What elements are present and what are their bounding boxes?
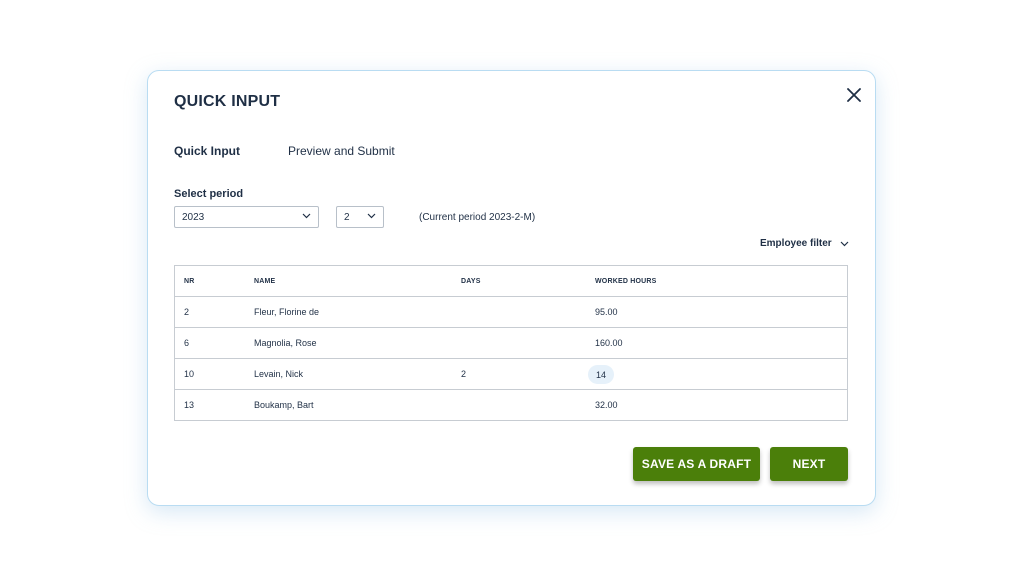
save-as-draft-button[interactable]: SAVE AS A DRAFT bbox=[633, 447, 760, 481]
quick-input-modal: QUICK INPUT Quick Input Preview and Subm… bbox=[147, 70, 876, 506]
table-row[interactable]: 2 Fleur, Florine de 95.00 bbox=[175, 297, 847, 328]
employee-filter-label: Employee filter bbox=[760, 238, 832, 249]
chevron-down-icon bbox=[840, 241, 849, 246]
chevron-down-icon bbox=[302, 213, 311, 219]
cell-name: Fleur, Florine de bbox=[254, 307, 320, 317]
column-header-nr: NR bbox=[184, 277, 195, 285]
cell-days[interactable]: 2 bbox=[461, 359, 466, 389]
year-select-value: 2023 bbox=[182, 211, 205, 223]
month-select-value: 2 bbox=[344, 211, 350, 223]
column-header-name: NAME bbox=[254, 277, 276, 285]
cell-nr: 2 bbox=[184, 307, 190, 317]
table-row[interactable]: 10 Levain, Nick 2 14 bbox=[175, 359, 847, 390]
column-header-worked-hours: WORKED HOURS bbox=[595, 277, 657, 285]
employee-filter-toggle[interactable]: Employee filter bbox=[760, 238, 849, 249]
tab-quick-input[interactable]: Quick Input bbox=[174, 144, 240, 158]
table-header-row: NR NAME DAYS WORKED HOURS bbox=[175, 266, 847, 297]
step-tabs: Quick Input Preview and Submit bbox=[174, 144, 443, 158]
tab-preview-and-submit[interactable]: Preview and Submit bbox=[288, 144, 395, 158]
table-row[interactable]: 13 Boukamp, Bart 32.00 bbox=[175, 390, 847, 421]
cell-worked-hours[interactable]: 160.00 bbox=[595, 328, 623, 358]
cell-name: Levain, Nick bbox=[254, 369, 304, 379]
month-select[interactable]: 2 bbox=[336, 206, 384, 228]
close-button[interactable] bbox=[844, 85, 864, 105]
cell-name: Magnolia, Rose bbox=[254, 338, 317, 348]
close-icon bbox=[847, 88, 861, 102]
cell-worked-hours[interactable]: 32.00 bbox=[595, 390, 618, 420]
year-select[interactable]: 2023 bbox=[174, 206, 319, 228]
modal-title: QUICK INPUT bbox=[174, 93, 281, 110]
select-period-label: Select period bbox=[174, 188, 244, 200]
table-row[interactable]: 6 Magnolia, Rose 160.00 bbox=[175, 328, 847, 359]
cell-nr: 6 bbox=[184, 338, 190, 348]
column-header-days: DAYS bbox=[461, 277, 481, 285]
cell-name: Boukamp, Bart bbox=[254, 400, 314, 410]
chevron-down-icon bbox=[367, 213, 376, 219]
cell-nr: 10 bbox=[184, 369, 195, 379]
cell-worked-hours[interactable]: 95.00 bbox=[595, 297, 618, 327]
employee-hours-table: NR NAME DAYS WORKED HOURS 2 Fleur, Flori… bbox=[174, 265, 848, 421]
cell-nr: 13 bbox=[184, 400, 195, 410]
next-button[interactable]: NEXT bbox=[770, 447, 848, 481]
current-period-text: (Current period 2023-2-M) bbox=[419, 212, 536, 223]
worked-hours-input[interactable]: 14 bbox=[588, 365, 614, 384]
